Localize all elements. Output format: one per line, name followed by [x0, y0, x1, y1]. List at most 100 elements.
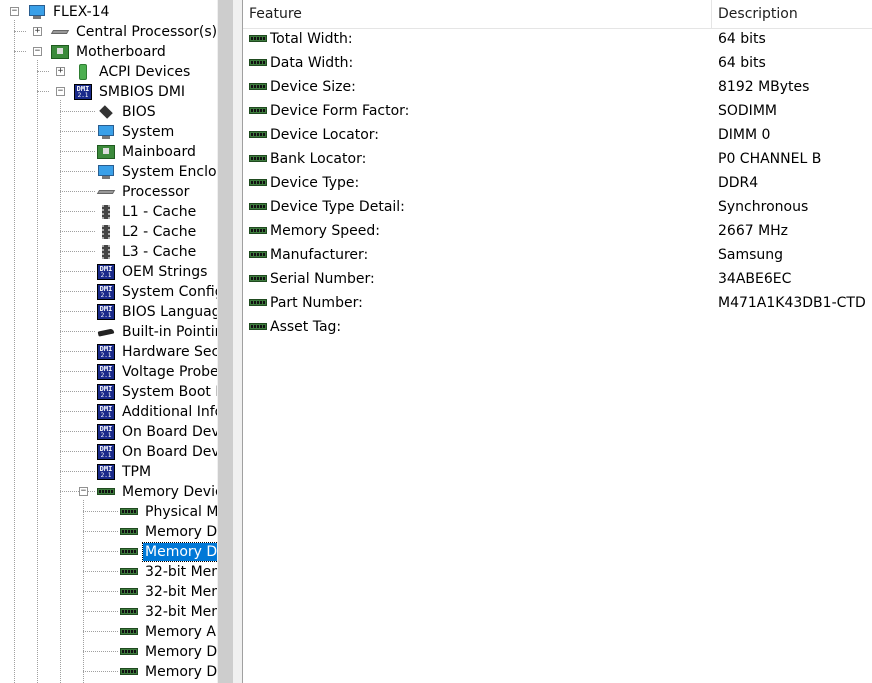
tree-node[interactable]: System Config: [97, 282, 217, 302]
dmi-icon: [97, 264, 115, 280]
tree-expander[interactable]: +: [33, 27, 42, 36]
memory-icon: [249, 79, 267, 95]
memory-icon: [97, 484, 115, 500]
tree-node[interactable]: On Board Devi: [97, 442, 217, 462]
tree-node[interactable]: System Boot I: [97, 382, 217, 402]
tree-guide: [60, 211, 95, 212]
tree-expander[interactable]: −: [33, 47, 42, 56]
tree-node[interactable]: L2 - Cache: [97, 222, 198, 242]
tree-node[interactable]: BIOS: [97, 102, 158, 122]
tree-expander[interactable]: +: [56, 67, 65, 76]
tree-node[interactable]: Memory De: [120, 522, 217, 542]
tree-node[interactable]: Central Processor(s): [51, 22, 217, 42]
feature-label: Device Size:: [270, 79, 356, 95]
column-header-description[interactable]: Description: [712, 0, 868, 28]
tree-node[interactable]: Memory Devic: [97, 482, 217, 502]
list-item[interactable]: Device Type: DDR4: [243, 171, 872, 195]
tree-node[interactable]: Memory De: [120, 662, 217, 682]
splitter[interactable]: [234, 0, 242, 683]
device-tree[interactable]: − + − + − − FLEX-14 Central Processor(s) M…: [0, 0, 217, 683]
tree-node[interactable]: System: [97, 122, 176, 142]
description-value: 2667 MHz: [718, 223, 789, 239]
list-item[interactable]: Manufacturer: Samsung: [243, 243, 872, 267]
dmi-icon: [97, 424, 115, 440]
memory-icon: [120, 544, 138, 560]
tree-node-label: System Enclos: [122, 164, 217, 180]
tree-node[interactable]: On Board Devi: [97, 422, 217, 442]
description-value: P0 CHANNEL B: [718, 151, 822, 167]
memory-icon: [120, 644, 138, 660]
dmi-icon: [74, 84, 92, 100]
feature-cell: Manufacturer:: [249, 243, 368, 267]
feature-cell: Device Locator:: [249, 123, 379, 147]
list-item[interactable]: Device Locator: DIMM 0: [243, 123, 872, 147]
tree-node[interactable]: Motherboard: [51, 42, 168, 62]
tree-guide: [37, 71, 49, 72]
tree-node-label: Central Processor(s): [76, 24, 217, 40]
feature-cell: Bank Locator:: [249, 147, 366, 171]
tree-guide: [60, 171, 95, 172]
list-header: Feature Description: [243, 0, 872, 29]
column-header-feature[interactable]: Feature: [243, 0, 709, 28]
tree-node[interactable]: 32-bit Mem: [120, 602, 217, 622]
list-item[interactable]: Memory Speed: 2667 MHz: [243, 219, 872, 243]
tree-scrollbar[interactable]: [217, 0, 234, 683]
list-item[interactable]: Bank Locator: P0 CHANNEL B: [243, 147, 872, 171]
list-item[interactable]: Data Width: 64 bits: [243, 51, 872, 75]
acpi-icon: [74, 64, 92, 80]
tree-guide: [37, 91, 49, 92]
tree-node[interactable]: FLEX-14: [28, 2, 111, 22]
scrollbar-thumb[interactable]: [218, 0, 233, 683]
tree-guide: [60, 371, 95, 372]
tree-node[interactable]: L1 - Cache: [97, 202, 198, 222]
tree-node[interactable]: SMBIOS DMI: [74, 82, 187, 102]
mouse-icon: [97, 324, 115, 340]
tree-node[interactable]: TPM: [97, 462, 153, 482]
tree-node[interactable]: System Enclos: [97, 162, 217, 182]
tree-guide: [14, 51, 26, 52]
list-item[interactable]: Total Width: 64 bits: [243, 27, 872, 51]
tree-node[interactable]: Built-in Pointing: [97, 322, 217, 342]
tree-node[interactable]: Voltage Probe: [97, 362, 217, 382]
motherboard-icon: [97, 144, 115, 160]
tree-node[interactable]: ACPI Devices: [74, 62, 192, 82]
cache-icon: [97, 224, 115, 240]
tree-node[interactable]: Additional Infor: [97, 402, 217, 422]
list-item[interactable]: Device Type Detail: Synchronous: [243, 195, 872, 219]
tree-node[interactable]: Hardware Secu: [97, 342, 217, 362]
memory-icon: [249, 199, 267, 215]
tree-guide: [60, 471, 95, 472]
feature-label: Manufacturer:: [270, 247, 369, 263]
tree-node[interactable]: Memory De: [120, 542, 217, 562]
tree-node[interactable]: Memory Ar: [120, 622, 217, 642]
cpu-icon: [97, 184, 115, 200]
list-item[interactable]: Serial Number: 34ABE6EC: [243, 267, 872, 291]
tree-node[interactable]: Physical Me: [120, 502, 217, 522]
tree-guide: [60, 151, 95, 152]
tree-node[interactable]: Memory De: [120, 642, 217, 662]
tree-expander[interactable]: −: [10, 7, 19, 16]
tree-expander[interactable]: −: [56, 87, 65, 96]
tree-node[interactable]: Mainboard: [97, 142, 198, 162]
tree-node[interactable]: 32-bit Mem: [120, 582, 217, 602]
tree-node[interactable]: 32-bit Mem: [120, 562, 217, 582]
tree-expander[interactable]: −: [79, 487, 88, 496]
tree-guide: [83, 531, 118, 532]
list-item[interactable]: Part Number: M471A1K43DB1-CTD: [243, 291, 872, 315]
tree-node[interactable]: OEM Strings: [97, 262, 209, 282]
tree-node-label: 32-bit Mem: [145, 584, 217, 600]
tree-guide: [83, 511, 118, 512]
list-item[interactable]: Asset Tag:: [243, 315, 872, 339]
feature-label: Device Locator:: [270, 127, 380, 143]
tree-node[interactable]: L3 - Cache: [97, 242, 198, 262]
computer-icon: [28, 4, 46, 20]
tree-guide: [37, 60, 38, 683]
tree-guide: [60, 231, 95, 232]
list-item[interactable]: Device Form Factor: SODIMM: [243, 99, 872, 123]
feature-cell: Serial Number:: [249, 267, 375, 291]
tree-node-label: Memory De: [142, 542, 217, 562]
list-item[interactable]: Device Size: 8192 MBytes: [243, 75, 872, 99]
tree-guide: [14, 31, 26, 32]
tree-node[interactable]: BIOS Languag: [97, 302, 217, 322]
tree-node[interactable]: Processor: [97, 182, 191, 202]
